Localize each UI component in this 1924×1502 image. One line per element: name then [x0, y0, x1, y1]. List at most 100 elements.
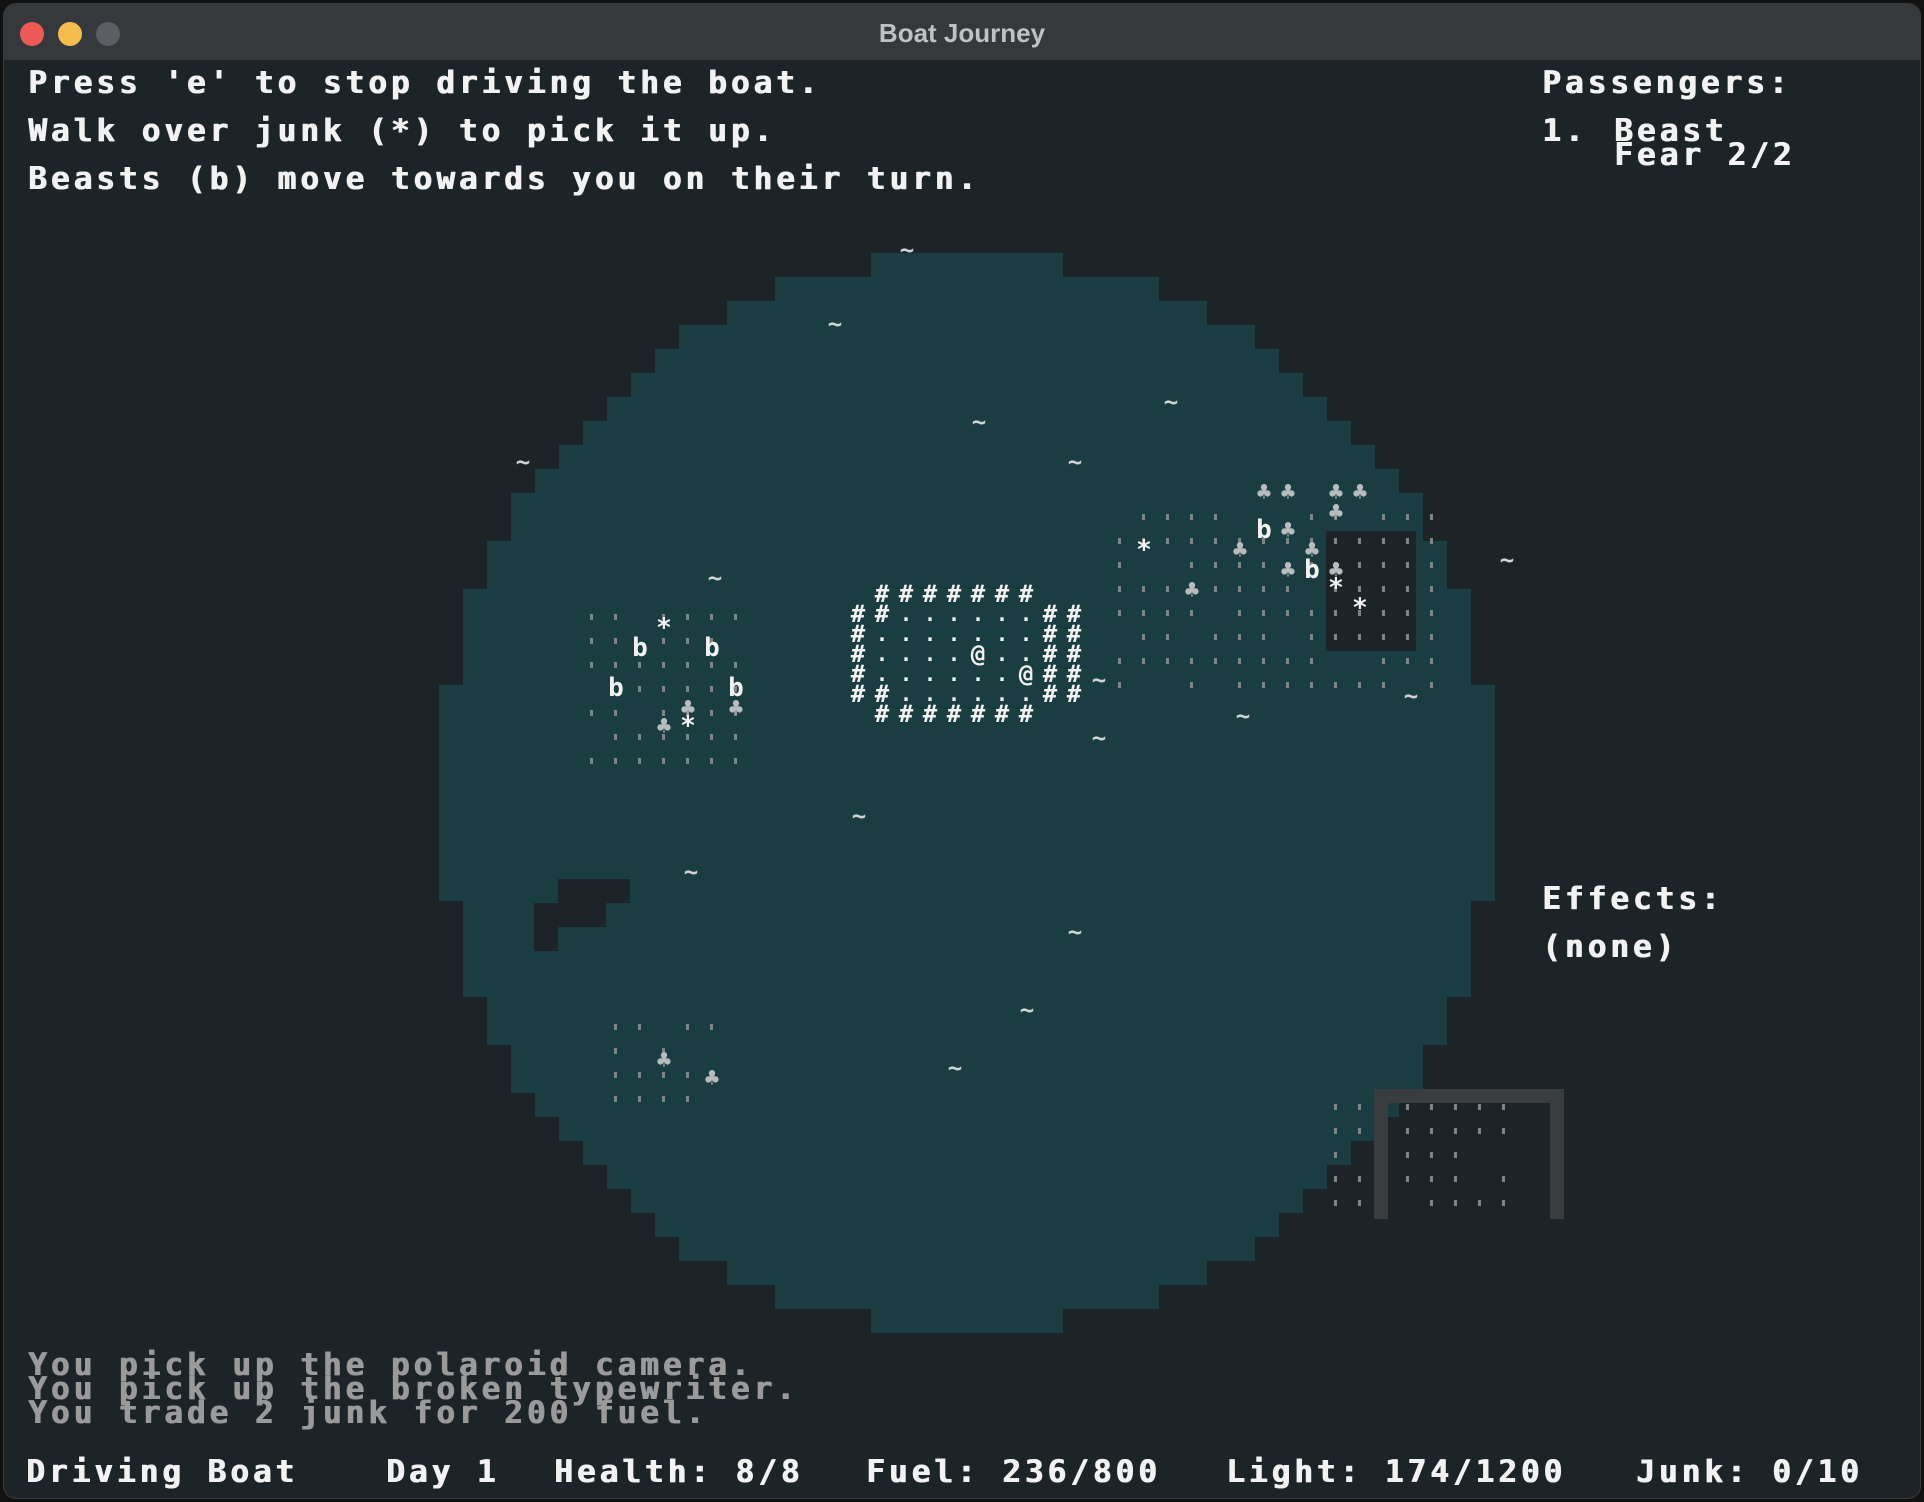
game-screen[interactable]: ~ ~ ~ ~ ~ ~ ~ ~ ~ ~ ~ ~ ~ ~ ~ ~ ~ # # # # # # # # #...... # # #.....… — [4, 61, 1920, 1498]
instruction-beasts: Beasts (b) move towards you on their tur… — [28, 161, 980, 197]
wave-glyph: ~ — [1164, 388, 1178, 416]
water-tile — [439, 733, 1495, 757]
land-dot — [1334, 538, 1337, 544]
water-tile — [439, 757, 1495, 781]
tree-icon: ♣ — [1281, 516, 1295, 544]
boat-wall: # — [947, 700, 962, 728]
land-dot — [1286, 610, 1289, 616]
wave-glyph: ~ — [1068, 918, 1082, 946]
water-tile — [679, 325, 1255, 349]
land-dot — [1478, 1128, 1481, 1134]
land-dot — [1334, 610, 1337, 616]
water-tile — [631, 1189, 1303, 1213]
land-dot — [638, 1096, 641, 1102]
land-dot — [1406, 1128, 1409, 1134]
land-dot — [1382, 562, 1385, 568]
land-dot — [614, 734, 617, 740]
land-dot — [1214, 562, 1217, 568]
wave-glyph: ~ — [828, 310, 842, 338]
land-dot — [638, 758, 641, 764]
tree-icon: ♣ — [705, 1064, 719, 1092]
land-dot — [1238, 658, 1241, 664]
land-dot — [590, 758, 593, 764]
land-dot — [1190, 610, 1193, 616]
beast-icon: b — [608, 673, 624, 703]
junk-icon: * — [1136, 535, 1152, 565]
land-dot — [686, 686, 689, 692]
land-dot — [734, 758, 737, 764]
tree-icon: ♣ — [1233, 536, 1247, 564]
water-tile — [439, 853, 1495, 877]
status-light: Light: 174/1200 — [1226, 1454, 1566, 1490]
land-dot — [1382, 658, 1385, 664]
land-dot — [686, 662, 689, 668]
land-dot — [1406, 1152, 1409, 1158]
wave-glyph: ~ — [1092, 666, 1106, 694]
water-tile — [463, 901, 1471, 925]
land-dot — [1142, 610, 1145, 616]
land-dot — [1454, 1176, 1457, 1182]
wave-glyph: ~ — [1092, 724, 1106, 752]
land-dot — [1310, 634, 1313, 640]
land-dot — [1358, 634, 1361, 640]
land-dot — [1430, 538, 1433, 544]
boat-wall: # — [923, 700, 938, 728]
water-tile — [463, 589, 1471, 613]
land-dot — [1118, 682, 1121, 688]
land-dot — [638, 734, 641, 740]
water-tile — [487, 565, 1447, 589]
land-dot — [1262, 586, 1265, 592]
land-dot — [1430, 1176, 1433, 1182]
land-dot — [1382, 634, 1385, 640]
land-dot — [1262, 610, 1265, 616]
land-dot — [710, 1024, 713, 1030]
tree-icon: ♣ — [729, 694, 743, 722]
land-dot — [1118, 562, 1121, 568]
land-dot — [1142, 634, 1145, 640]
water-tile — [607, 1165, 1327, 1189]
land-dot — [662, 662, 665, 668]
water-tile — [487, 541, 1447, 565]
land-dot — [1334, 682, 1337, 688]
land-dot — [614, 614, 617, 620]
land-dot — [1382, 586, 1385, 592]
land-dot — [662, 1096, 665, 1102]
land-dot — [638, 1072, 641, 1078]
water-tile — [559, 1117, 1375, 1141]
wave-glyph: ~ — [948, 1054, 962, 1082]
game-map[interactable]: ~~~~~ ~~~~~~~~~~~~# # # # # # ## #...... # ##.....… — [4, 61, 1920, 1498]
land-dot — [1262, 562, 1265, 568]
land-dot — [1358, 682, 1361, 688]
wave-glyph: ~ — [684, 858, 698, 886]
junk-icon: * — [656, 613, 672, 643]
water-tile — [775, 1285, 1159, 1309]
land-dot — [1166, 586, 1169, 592]
water-tile — [655, 349, 1279, 373]
land-dot — [1430, 658, 1433, 664]
land-dot — [1502, 1176, 1505, 1182]
water-tile — [511, 1069, 1423, 1093]
land-dot — [1334, 1176, 1337, 1182]
land-dot — [1358, 1128, 1361, 1134]
land-dot — [1118, 658, 1121, 664]
land-dot — [1286, 682, 1289, 688]
building-wall — [1374, 1089, 1388, 1219]
water-tile — [511, 1045, 1423, 1069]
land-dot — [614, 1096, 617, 1102]
land-dot — [1406, 1104, 1409, 1110]
land-dot — [1454, 1104, 1457, 1110]
land-dot — [1334, 634, 1337, 640]
land-dot — [1430, 1128, 1433, 1134]
wave-glyph: ~ — [1404, 682, 1418, 710]
land-dot — [1214, 538, 1217, 544]
land-dot — [1190, 514, 1193, 520]
land-dot — [1430, 682, 1433, 688]
beast-icon: b — [632, 633, 648, 663]
tree-icon: ♣ — [657, 1046, 671, 1074]
water-tile — [439, 781, 1495, 805]
land-dot — [710, 710, 713, 716]
land-dot — [1214, 514, 1217, 520]
effects-heading: Effects: — [1542, 881, 1723, 917]
passengers-heading: Passengers: — [1542, 65, 1791, 101]
land-dot — [662, 686, 665, 692]
